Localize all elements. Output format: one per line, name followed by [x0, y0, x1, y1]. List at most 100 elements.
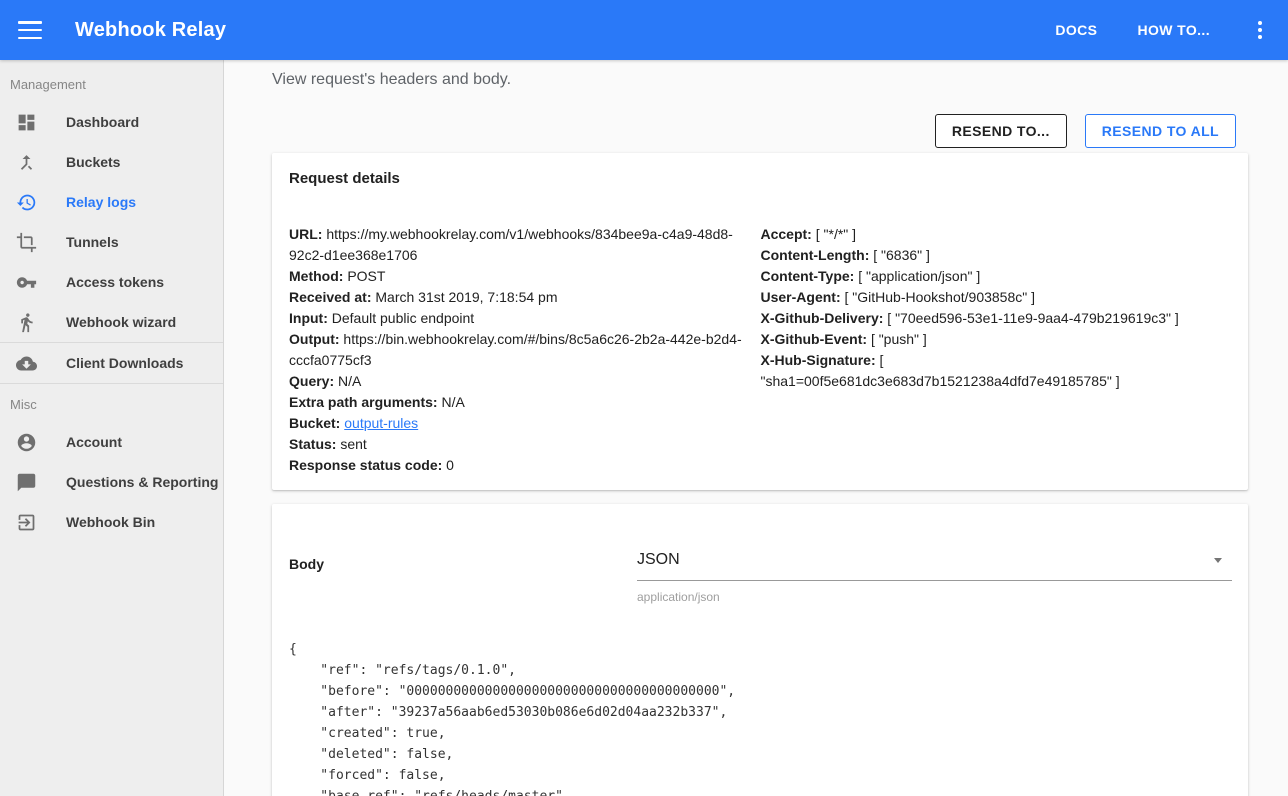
body-label: Body	[289, 545, 637, 604]
field-value: [ "GitHub-Hookshot/903858c" ]	[845, 289, 1035, 305]
field-label: Method:	[289, 268, 343, 284]
request-body-json: { "ref": "refs/tags/0.1.0", "before": "0…	[289, 639, 1232, 796]
sidebar-item-client-downloads[interactable]: Client Downloads	[0, 342, 223, 384]
sidebar-item-tunnels[interactable]: Tunnels	[0, 222, 223, 262]
overflow-menu-icon[interactable]	[1248, 18, 1272, 42]
sidebar-section-management: Management Dashboard Buckets Relay logs	[0, 60, 223, 384]
detail-field: Received at: March 31st 2019, 7:18:54 pm	[289, 287, 757, 308]
body-card: Body JSON application/json { "ref": "ref…	[272, 504, 1248, 796]
field-label: Received at:	[289, 289, 371, 305]
field-label: Content-Type:	[761, 268, 855, 284]
sidebar-item-label: Tunnels	[66, 234, 119, 250]
field-label: Status:	[289, 436, 336, 452]
field-value: March 31st 2019, 7:18:54 pm	[375, 289, 557, 305]
body-format-row: Body JSON application/json	[289, 521, 1232, 604]
field-value: POST	[347, 268, 385, 284]
sidebar-list-misc: Account Questions & Reporting Webhook Bi…	[0, 422, 223, 542]
account-circle-icon	[14, 430, 38, 454]
field-value: https://bin.webhookrelay.com/#/bins/8c5a…	[289, 331, 742, 368]
field-label: URL:	[289, 226, 322, 242]
how-to-button[interactable]: HOW TO...	[1117, 12, 1230, 48]
sidebar-item-label: Client Downloads	[66, 355, 183, 371]
field-value: [ "application/json" ]	[858, 268, 980, 284]
detail-field: Query: N/A	[289, 371, 757, 392]
field-label: Bucket:	[289, 415, 340, 431]
field-value: N/A	[338, 373, 361, 389]
format-hint: application/json	[637, 590, 1232, 604]
sidebar-item-label: Questions & Reporting	[66, 474, 218, 490]
detail-field: Response status code: 0	[289, 455, 757, 476]
field-value: [ "6836" ]	[873, 247, 930, 263]
header-field: Content-Length: [ "6836" ]	[761, 245, 1229, 266]
header-field: Content-Type: [ "application/json" ]	[761, 266, 1229, 287]
sidebar-section-misc: Misc Account Questions & Reporting Webho…	[0, 384, 223, 542]
sidebar-section-label: Misc	[0, 397, 223, 422]
sidebar-item-label: Webhook wizard	[66, 314, 176, 330]
exit-to-app-icon	[14, 510, 38, 534]
walk-icon	[14, 310, 38, 334]
sidebar-item-relay-logs[interactable]: Relay logs	[0, 182, 223, 222]
sidebar-item-buckets[interactable]: Buckets	[0, 142, 223, 182]
sidebar-section-label: Management	[0, 77, 223, 102]
call-split-icon	[14, 150, 38, 174]
header-field: Accept: [ "*/*" ]	[761, 224, 1229, 245]
chevron-down-icon	[1214, 558, 1222, 563]
detail-field: Output: https://bin.webhookrelay.com/#/b…	[289, 329, 757, 371]
header-field: X-Github-Event: [ "push" ]	[761, 329, 1229, 350]
history-icon	[14, 190, 38, 214]
resend-to-button[interactable]: RESEND TO...	[935, 114, 1067, 148]
format-select[interactable]: JSON	[637, 545, 1232, 581]
header-field: User-Agent: [ "GitHub-Hookshot/903858c" …	[761, 287, 1229, 308]
resend-to-all-button[interactable]: RESEND TO ALL	[1085, 114, 1236, 148]
sidebar-item-label: Account	[66, 434, 122, 450]
bucket-link[interactable]: output-rules	[344, 415, 418, 431]
request-details-left-column: URL: https://my.webhookrelay.com/v1/webh…	[289, 224, 761, 476]
sidebar-item-dashboard[interactable]: Dashboard	[0, 102, 223, 142]
cloud-download-icon	[14, 351, 38, 375]
sidebar-item-label: Webhook Bin	[66, 514, 155, 530]
key-icon	[14, 270, 38, 294]
sidebar-item-label: Relay logs	[66, 194, 136, 210]
detail-field: Method: POST	[289, 266, 757, 287]
app-bar: Webhook Relay DOCS HOW TO...	[0, 0, 1288, 60]
menu-icon[interactable]	[18, 21, 42, 39]
main-content: View request's headers and body. RESEND …	[224, 60, 1288, 796]
dashboard-icon	[14, 110, 38, 134]
field-value: [ "70eed596-53e1-11e9-9aa4-479b219619c3"…	[887, 310, 1178, 326]
field-label: Query:	[289, 373, 334, 389]
sidebar-item-label: Dashboard	[66, 114, 139, 130]
field-value: [ "push" ]	[871, 331, 927, 347]
field-label: X-Github-Delivery:	[761, 310, 884, 326]
field-label: Response status code:	[289, 457, 442, 473]
field-label: Content-Length:	[761, 247, 870, 263]
field-value: [ "*/*" ]	[816, 226, 856, 242]
field-value: Default public endpoint	[332, 310, 474, 326]
docs-button[interactable]: DOCS	[1035, 12, 1117, 48]
header-field: X-Github-Delivery: [ "70eed596-53e1-11e9…	[761, 308, 1229, 329]
detail-field: URL: https://my.webhookrelay.com/v1/webh…	[289, 224, 757, 266]
field-label: Extra path arguments:	[289, 394, 438, 410]
sidebar-item-label: Access tokens	[66, 274, 164, 290]
sidebar-item-account[interactable]: Account	[0, 422, 223, 462]
field-label: X-Hub-Signature:	[761, 352, 876, 368]
field-label: Input:	[289, 310, 328, 326]
detail-field: Status: sent	[289, 434, 757, 455]
page-subtitle: View request's headers and body.	[272, 71, 1288, 89]
field-label: Accept:	[761, 226, 812, 242]
sidebar-item-questions-reporting[interactable]: Questions & Reporting	[0, 462, 223, 502]
sidebar-item-label: Buckets	[66, 154, 120, 170]
chat-icon	[14, 470, 38, 494]
format-select-value: JSON	[637, 551, 680, 569]
detail-field: Bucket: output-rules	[289, 413, 757, 434]
request-details-card: Request details URL: https://my.webhookr…	[272, 153, 1248, 490]
field-value: N/A	[441, 394, 464, 410]
sidebar-item-access-tokens[interactable]: Access tokens	[0, 262, 223, 302]
format-select-column: JSON application/json	[637, 545, 1232, 604]
sidebar-item-webhook-wizard[interactable]: Webhook wizard	[0, 302, 223, 342]
field-value: 0	[446, 457, 454, 473]
sidebar-item-webhook-bin[interactable]: Webhook Bin	[0, 502, 223, 542]
request-details-columns: URL: https://my.webhookrelay.com/v1/webh…	[289, 224, 1232, 476]
field-value: https://my.webhookrelay.com/v1/webhooks/…	[289, 226, 733, 263]
field-value: sent	[340, 436, 366, 452]
detail-field: Extra path arguments: N/A	[289, 392, 757, 413]
